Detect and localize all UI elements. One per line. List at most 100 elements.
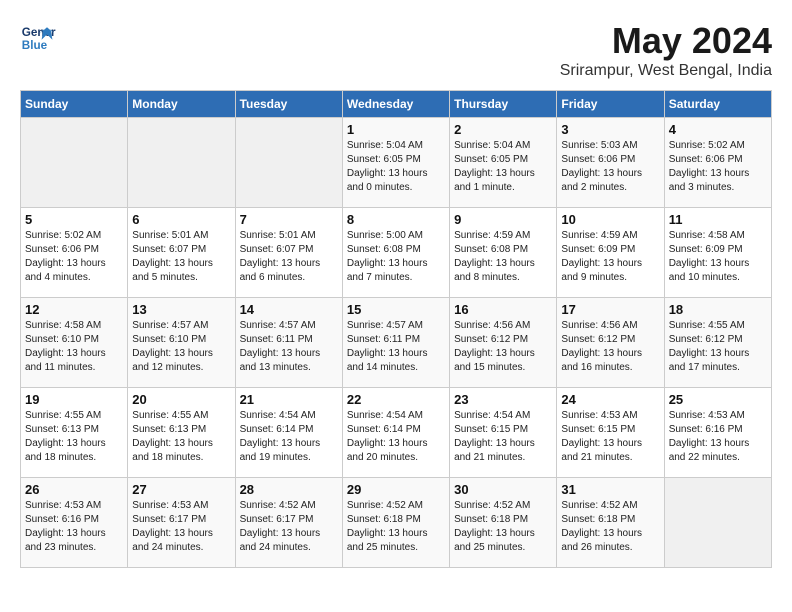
header: General Blue May 2024 Srirampur, West Be… [20, 20, 772, 80]
day-number: 21 [240, 392, 338, 407]
day-number: 17 [561, 302, 659, 317]
day-info: Sunrise: 4:53 AM Sunset: 6:16 PM Dayligh… [25, 499, 123, 555]
day-info: Sunrise: 5:02 AM Sunset: 6:06 PM Dayligh… [25, 229, 123, 285]
calendar-cell: 19 Sunrise: 4:55 AM Sunset: 6:13 PM Dayli… [21, 388, 128, 478]
day-number: 28 [240, 482, 338, 497]
day-info: Sunrise: 4:57 AM Sunset: 6:11 PM Dayligh… [240, 319, 338, 375]
calendar-cell [128, 118, 235, 208]
calendar-table: SundayMondayTuesdayWednesdayThursdayFrid… [20, 90, 772, 568]
calendar-cell: 15Sunrise: 4:57 AM Sunset: 6:11 PM Dayli… [342, 298, 449, 388]
calendar-cell: 26 Sunrise: 4:53 AM Sunset: 6:16 PM Dayli… [21, 478, 128, 568]
calendar-cell: 12Sunrise: 4:58 AM Sunset: 6:10 PM Dayli… [21, 298, 128, 388]
calendar-cell: 31 Sunrise: 4:52 AM Sunset: 6:18 PM Dayli… [557, 478, 664, 568]
day-number: 13 [132, 302, 230, 317]
day-number: 10 [561, 212, 659, 227]
calendar-cell: 8 Sunrise: 5:00 AM Sunset: 6:08 PM Daylig… [342, 208, 449, 298]
day-number: 9 [454, 212, 552, 227]
day-number: 16 [454, 302, 552, 317]
week-row-4: 19 Sunrise: 4:55 AM Sunset: 6:13 PM Dayli… [21, 388, 772, 478]
day-number: 30 [454, 482, 552, 497]
day-info: Sunrise: 4:59 AM Sunset: 6:09 PM Dayligh… [561, 229, 659, 285]
day-number: 23 [454, 392, 552, 407]
day-info: Sunrise: 4:53 AM Sunset: 6:17 PM Dayligh… [132, 499, 230, 555]
weekday-header-thursday: Thursday [450, 91, 557, 118]
calendar-cell: 21 Sunrise: 4:54 AM Sunset: 6:14 PM Dayli… [235, 388, 342, 478]
title-section: May 2024 Srirampur, West Bengal, India [560, 20, 772, 80]
day-info: Sunrise: 4:56 AM Sunset: 6:12 PM Dayligh… [561, 319, 659, 375]
day-info: Sunrise: 5:01 AM Sunset: 6:07 PM Dayligh… [132, 229, 230, 285]
logo-icon: General Blue [20, 20, 56, 56]
calendar-cell: 17 Sunrise: 4:56 AM Sunset: 6:12 PM Dayli… [557, 298, 664, 388]
day-info: Sunrise: 4:54 AM Sunset: 6:15 PM Dayligh… [454, 409, 552, 465]
day-number: 27 [132, 482, 230, 497]
day-info: Sunrise: 4:59 AM Sunset: 6:08 PM Dayligh… [454, 229, 552, 285]
day-info: Sunrise: 5:00 AM Sunset: 6:08 PM Dayligh… [347, 229, 445, 285]
day-number: 3 [561, 122, 659, 137]
calendar-cell: 10 Sunrise: 4:59 AM Sunset: 6:09 PM Dayli… [557, 208, 664, 298]
day-info: Sunrise: 4:57 AM Sunset: 6:10 PM Dayligh… [132, 319, 230, 375]
calendar-cell: 30 Sunrise: 4:52 AM Sunset: 6:18 PM Dayli… [450, 478, 557, 568]
calendar-cell: 25 Sunrise: 4:53 AM Sunset: 6:16 PM Dayli… [664, 388, 771, 478]
day-number: 7 [240, 212, 338, 227]
calendar-cell: 2 Sunrise: 5:04 AM Sunset: 6:05 PM Daylig… [450, 118, 557, 208]
weekday-header-wednesday: Wednesday [342, 91, 449, 118]
calendar-cell: 9 Sunrise: 4:59 AM Sunset: 6:08 PM Daylig… [450, 208, 557, 298]
weekday-header-friday: Friday [557, 91, 664, 118]
day-number: 29 [347, 482, 445, 497]
logo: General Blue [20, 20, 56, 56]
calendar-cell: 28 Sunrise: 4:52 AM Sunset: 6:17 PM Dayli… [235, 478, 342, 568]
calendar-cell [664, 478, 771, 568]
day-info: Sunrise: 4:52 AM Sunset: 6:18 PM Dayligh… [454, 499, 552, 555]
day-number: 8 [347, 212, 445, 227]
day-number: 2 [454, 122, 552, 137]
weekday-header-sunday: Sunday [21, 91, 128, 118]
week-row-2: 5Sunrise: 5:02 AM Sunset: 6:06 PM Daylig… [21, 208, 772, 298]
day-number: 19 [25, 392, 123, 407]
weekday-header-row: SundayMondayTuesdayWednesdayThursdayFrid… [21, 91, 772, 118]
day-info: Sunrise: 4:56 AM Sunset: 6:12 PM Dayligh… [454, 319, 552, 375]
day-number: 14 [240, 302, 338, 317]
day-info: Sunrise: 5:01 AM Sunset: 6:07 PM Dayligh… [240, 229, 338, 285]
calendar-cell: 14 Sunrise: 4:57 AM Sunset: 6:11 PM Dayli… [235, 298, 342, 388]
calendar-cell [21, 118, 128, 208]
calendar-cell: 7 Sunrise: 5:01 AM Sunset: 6:07 PM Daylig… [235, 208, 342, 298]
calendar-cell: 22Sunrise: 4:54 AM Sunset: 6:14 PM Dayli… [342, 388, 449, 478]
day-number: 11 [669, 212, 767, 227]
day-number: 26 [25, 482, 123, 497]
calendar-cell: 24Sunrise: 4:53 AM Sunset: 6:15 PM Dayli… [557, 388, 664, 478]
day-info: Sunrise: 5:03 AM Sunset: 6:06 PM Dayligh… [561, 139, 659, 195]
day-info: Sunrise: 5:04 AM Sunset: 6:05 PM Dayligh… [347, 139, 445, 195]
day-info: Sunrise: 4:54 AM Sunset: 6:14 PM Dayligh… [240, 409, 338, 465]
day-number: 31 [561, 482, 659, 497]
day-info: Sunrise: 4:55 AM Sunset: 6:12 PM Dayligh… [669, 319, 767, 375]
day-info: Sunrise: 4:58 AM Sunset: 6:10 PM Dayligh… [25, 319, 123, 375]
day-info: Sunrise: 4:53 AM Sunset: 6:16 PM Dayligh… [669, 409, 767, 465]
day-info: Sunrise: 5:04 AM Sunset: 6:05 PM Dayligh… [454, 139, 552, 195]
subtitle: Srirampur, West Bengal, India [560, 62, 772, 80]
calendar-cell: 29 Sunrise: 4:52 AM Sunset: 6:18 PM Dayli… [342, 478, 449, 568]
day-info: Sunrise: 4:52 AM Sunset: 6:17 PM Dayligh… [240, 499, 338, 555]
calendar-cell: 5Sunrise: 5:02 AM Sunset: 6:06 PM Daylig… [21, 208, 128, 298]
day-info: Sunrise: 4:52 AM Sunset: 6:18 PM Dayligh… [347, 499, 445, 555]
day-info: Sunrise: 4:52 AM Sunset: 6:18 PM Dayligh… [561, 499, 659, 555]
main-title: May 2024 [560, 20, 772, 62]
calendar-cell: 23 Sunrise: 4:54 AM Sunset: 6:15 PM Dayli… [450, 388, 557, 478]
weekday-header-monday: Monday [128, 91, 235, 118]
week-row-1: 1 Sunrise: 5:04 AM Sunset: 6:05 PM Daylig… [21, 118, 772, 208]
calendar-cell: 13 Sunrise: 4:57 AM Sunset: 6:10 PM Dayli… [128, 298, 235, 388]
week-row-5: 26 Sunrise: 4:53 AM Sunset: 6:16 PM Dayli… [21, 478, 772, 568]
calendar-cell: 20Sunrise: 4:55 AM Sunset: 6:13 PM Dayli… [128, 388, 235, 478]
weekday-header-saturday: Saturday [664, 91, 771, 118]
day-info: Sunrise: 5:02 AM Sunset: 6:06 PM Dayligh… [669, 139, 767, 195]
calendar-cell: 4 Sunrise: 5:02 AM Sunset: 6:06 PM Daylig… [664, 118, 771, 208]
calendar-cell: 1 Sunrise: 5:04 AM Sunset: 6:05 PM Daylig… [342, 118, 449, 208]
week-row-3: 12Sunrise: 4:58 AM Sunset: 6:10 PM Dayli… [21, 298, 772, 388]
day-info: Sunrise: 4:58 AM Sunset: 6:09 PM Dayligh… [669, 229, 767, 285]
day-number: 1 [347, 122, 445, 137]
calendar-cell: 11 Sunrise: 4:58 AM Sunset: 6:09 PM Dayli… [664, 208, 771, 298]
day-number: 4 [669, 122, 767, 137]
day-number: 25 [669, 392, 767, 407]
day-number: 20 [132, 392, 230, 407]
day-number: 24 [561, 392, 659, 407]
day-info: Sunrise: 4:55 AM Sunset: 6:13 PM Dayligh… [25, 409, 123, 465]
